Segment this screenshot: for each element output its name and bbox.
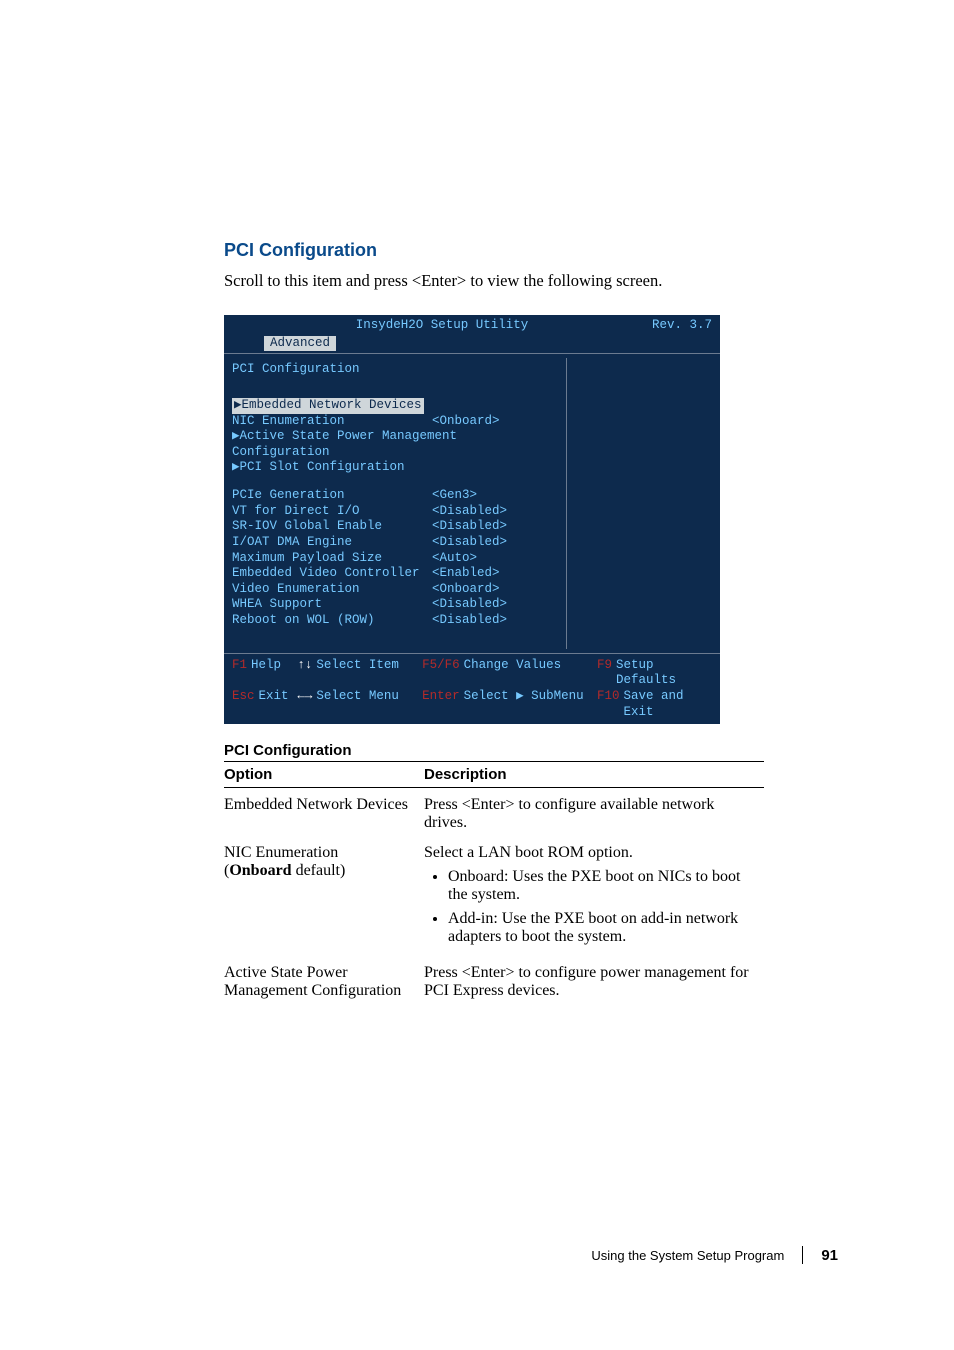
bios-key-label: Exit xyxy=(259,689,289,720)
table-row: Active State Power Management Configurat… xyxy=(224,956,764,1004)
option-name: NIC Enumeration (Onboard default) xyxy=(224,836,424,956)
bios-titlebar: InsydeH2O Setup Utility Rev. 3.7 xyxy=(224,315,720,336)
option-name-line: NIC Enumeration xyxy=(224,844,338,861)
table-row: Embedded Network Devices Press <Enter> t… xyxy=(224,788,764,837)
bios-line-value: <Onboard> xyxy=(432,582,500,598)
bios-line: NIC Enumeration <Onboard> xyxy=(232,414,552,430)
bios-key-f5f6: F5/F6 xyxy=(422,658,460,689)
option-bullet: Add-in: Use the PXE boot on add-in netwo… xyxy=(448,910,756,946)
bios-line: Maximum Payload Size<Auto> xyxy=(232,551,552,567)
footer-text: Using the System Setup Program xyxy=(591,1248,784,1263)
bios-key-label: Select ▶ SubMenu xyxy=(464,689,584,720)
bios-line: I/OAT DMA Engine<Disabled> xyxy=(232,535,552,551)
option-description: Select a LAN boot ROM option. Onboard: U… xyxy=(424,836,764,956)
bios-key-f10: F10 xyxy=(597,689,620,720)
bios-line: Embedded Video Controller<Enabled> xyxy=(232,566,552,582)
bios-line-value: <Enabled> xyxy=(432,566,500,582)
arrow-updown-icon: ↑↓ xyxy=(297,658,312,689)
bios-line-value: <Disabled> xyxy=(432,504,507,520)
bios-key-esc: Esc xyxy=(232,689,255,720)
bios-line-label: NIC Enumeration xyxy=(232,414,432,430)
options-table: Option Description Embedded Network Devi… xyxy=(224,761,764,1004)
bios-key-label: Select Menu xyxy=(316,689,399,720)
bios-line: SR-IOV Global Enable<Disabled> xyxy=(232,519,552,535)
option-name-line: Management Configuration xyxy=(224,982,401,999)
bios-line-label: Reboot on WOL (ROW) xyxy=(232,613,432,629)
bios-page-heading: PCI Configuration xyxy=(232,362,552,378)
option-bullet: Onboard: Uses the PXE boot on NICs to bo… xyxy=(448,868,756,904)
bios-line-label: WHEA Support xyxy=(232,597,432,613)
page-number: 91 xyxy=(821,1247,838,1264)
arrow-leftright-icon: ←→ xyxy=(297,689,312,720)
table-caption: PCI Configuration xyxy=(224,742,838,759)
bios-line-label: I/OAT DMA Engine xyxy=(232,535,432,551)
option-desc-text: Select a LAN boot ROM option. xyxy=(424,844,633,861)
option-default: (Onboard default) xyxy=(224,862,345,879)
bios-key-label: Select Item xyxy=(316,658,399,689)
bios-revision: Rev. 3.7 xyxy=(652,318,712,334)
bios-footer: F1Help ↑↓Select Item F5/F6Change Values … xyxy=(224,653,720,725)
bios-line-value: <Disabled> xyxy=(432,597,507,613)
bios-line-label: Video Enumeration xyxy=(232,582,432,598)
bios-line: WHEA Support<Disabled> xyxy=(232,597,552,613)
bios-line-label: Embedded Video Controller xyxy=(232,566,432,582)
option-name-line: Active State Power xyxy=(224,964,348,981)
bios-title: InsydeH2O Setup Utility xyxy=(356,318,529,334)
bios-line: VT for Direct I/O<Disabled> xyxy=(232,504,552,520)
table-row: NIC Enumeration (Onboard default) Select… xyxy=(224,836,764,956)
bios-body: PCI Configuration ▶Embedded Network Devi… xyxy=(224,353,720,652)
bios-key-enter: Enter xyxy=(422,689,460,720)
bios-key-f9: F9 xyxy=(597,658,612,689)
option-description: Press <Enter> to configure power managem… xyxy=(424,956,764,1004)
bios-tab-row: Advanced xyxy=(224,336,720,354)
bios-line-value: <Auto> xyxy=(432,551,477,567)
bios-screenshot: InsydeH2O Setup Utility Rev. 3.7 Advance… xyxy=(224,315,720,724)
bios-key-label: Setup Defaults xyxy=(616,658,712,689)
intro-text: Scroll to this item and press <Enter> to… xyxy=(224,271,838,291)
bios-line: Reboot on WOL (ROW)<Disabled> xyxy=(232,613,552,629)
bios-key-label: Change Values xyxy=(464,658,562,689)
bios-key-f1: F1 xyxy=(232,658,247,689)
bios-line-label: ▶PCI Slot Configuration xyxy=(232,460,405,476)
section-heading: PCI Configuration xyxy=(224,240,838,261)
page-footer: Using the System Setup Program 91 xyxy=(224,1246,838,1264)
bios-line: ▶PCI Slot Configuration xyxy=(232,460,552,476)
table-header-option: Option xyxy=(224,762,424,788)
bios-line-value: <Disabled> xyxy=(432,613,507,629)
bios-line-value: <Onboard> xyxy=(432,414,500,430)
footer-divider xyxy=(802,1246,803,1264)
bios-line-value: <Disabled> xyxy=(432,519,507,535)
bios-line: ▶Active State Power Management Configura… xyxy=(232,429,552,460)
option-name: Active State Power Management Configurat… xyxy=(224,956,424,1004)
bios-line-label: PCIe Generation xyxy=(232,488,432,504)
bios-line-label: Maximum Payload Size xyxy=(232,551,432,567)
bios-line: PCIe Generation<Gen3> xyxy=(232,488,552,504)
option-name: Embedded Network Devices xyxy=(224,788,424,837)
bios-line-value: <Gen3> xyxy=(432,488,477,504)
bios-line-label: SR-IOV Global Enable xyxy=(232,519,432,535)
bios-line: Video Enumeration<Onboard> xyxy=(232,582,552,598)
bios-help-pane xyxy=(566,358,716,648)
option-description: Press <Enter> to configure available net… xyxy=(424,788,764,837)
bios-tab-advanced: Advanced xyxy=(264,336,336,352)
bios-key-label: Save and Exit xyxy=(623,689,712,720)
bios-line-label: VT for Direct I/O xyxy=(232,504,432,520)
bios-key-label: Help xyxy=(251,658,281,689)
bios-line-label: ▶Active State Power Management Configura… xyxy=(232,429,552,460)
bios-selected-item: ▶Embedded Network Devices xyxy=(232,398,424,414)
bios-line-value: <Disabled> xyxy=(432,535,507,551)
table-header-description: Description xyxy=(424,762,764,788)
